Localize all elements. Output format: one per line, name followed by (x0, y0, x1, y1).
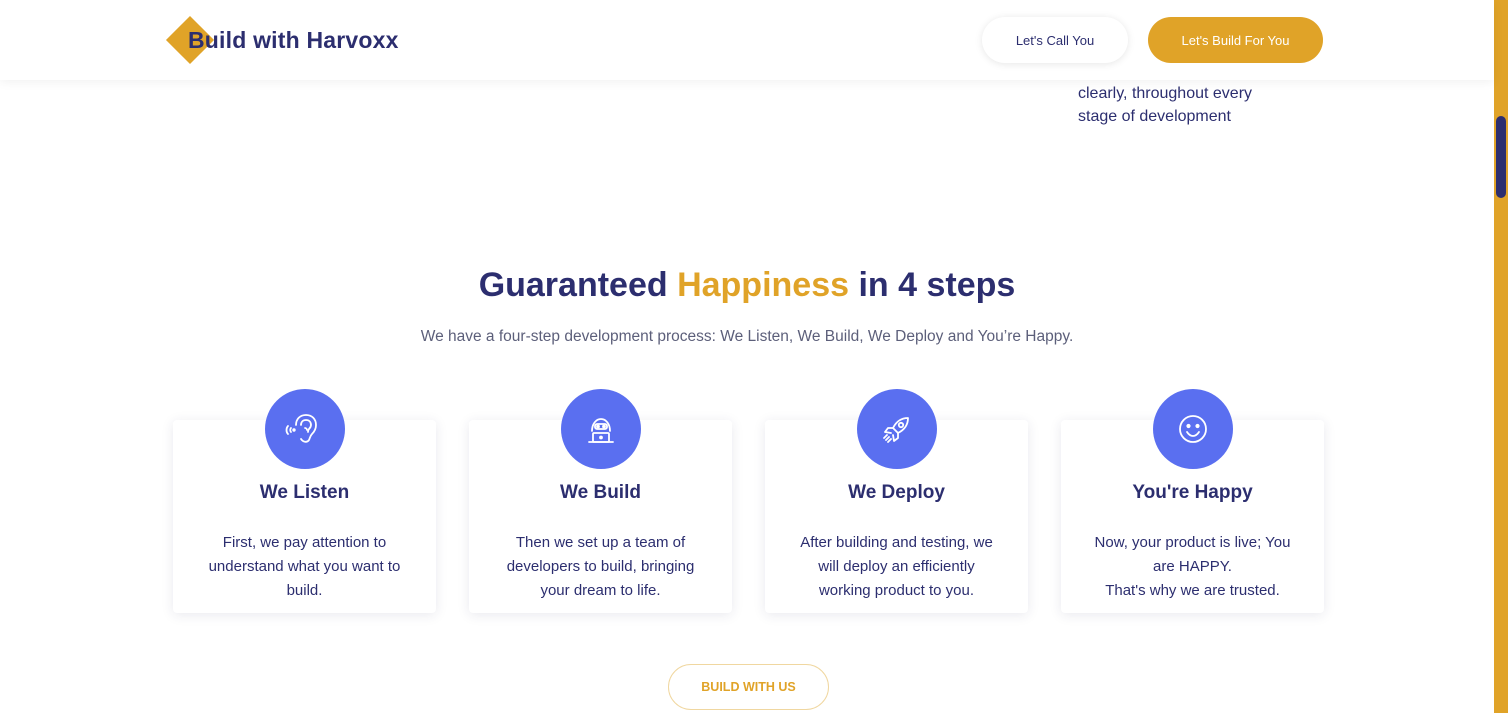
step-card-line: understand what you want to (208, 558, 401, 575)
step-card-line: Then we set up a team of (515, 534, 686, 551)
rocket-icon (857, 389, 937, 469)
section-title-part2: in 4 steps (849, 266, 1016, 304)
scrollbar-track[interactable] (1494, 0, 1508, 713)
ear-icon (265, 389, 345, 469)
site-header: Build with Harvoxx Let's Call You Let's … (0, 0, 1494, 80)
developer-laptop-icon (561, 389, 641, 469)
step-card-title: You're Happy (1132, 482, 1253, 503)
step-card-line: That's why we are trusted. (1105, 582, 1280, 599)
step-card-listen: We Listen First, we pay attention to und… (173, 389, 436, 613)
step-card-text: Now, your product is live; You are HAPPY… (1071, 531, 1314, 603)
previous-section-line: stage of development (1078, 108, 1231, 125)
section-subtitle: We have a four-step development process:… (420, 328, 1074, 345)
lets-call-you-button[interactable]: Let's Call You (982, 17, 1128, 63)
step-card-line: Now, your product is live; You (1094, 534, 1291, 551)
build-with-us-button[interactable]: BUILD WITH US (668, 664, 829, 710)
step-card-line: After building and testing, we (800, 534, 993, 551)
step-card-title: We Deploy (848, 482, 945, 503)
step-card-line: are HAPPY. (1153, 558, 1232, 575)
scrollbar-thumb[interactable] (1496, 116, 1506, 198)
previous-section-text: clearly, throughout every stage of devel… (1078, 82, 1318, 128)
step-card-text: After building and testing, we will depl… (775, 531, 1018, 603)
step-card-text: First, we pay attention to understand wh… (183, 531, 426, 603)
step-card-deploy: We Deploy After building and testing, we… (765, 389, 1028, 613)
logo-link[interactable]: Build with Harvoxx (165, 15, 399, 65)
logo-text: Build with Harvoxx (188, 26, 399, 53)
page: clearly, throughout every stage of devel… (0, 0, 1508, 713)
section-title-part1: Guaranteed (478, 266, 678, 304)
step-card-line: developers to build, bringing (506, 558, 695, 575)
step-card-line: build. (286, 582, 323, 599)
step-card-build: We Build Then we set up a team of develo… (469, 389, 732, 613)
section-title: Guaranteed Happiness in 4 steps (0, 266, 1494, 305)
lets-build-for-you-button[interactable]: Let's Build For You (1148, 17, 1323, 63)
step-card-line: your dream to life. (540, 582, 661, 599)
step-card-line: First, we pay attention to (222, 534, 387, 551)
step-card-line: working product to you. (818, 582, 975, 599)
step-card-text: Then we set up a team of developers to b… (479, 531, 722, 603)
previous-section-line: clearly, throughout every (1078, 85, 1253, 102)
step-card-title: We Listen (259, 482, 350, 503)
step-card-title: We Build (560, 482, 641, 503)
smiley-icon (1153, 389, 1233, 469)
step-card-happy: You're Happy Now, your product is live; … (1061, 389, 1324, 613)
section-title-accent: Happiness (677, 266, 850, 304)
step-card-line: will deploy an efficiently (818, 558, 975, 575)
